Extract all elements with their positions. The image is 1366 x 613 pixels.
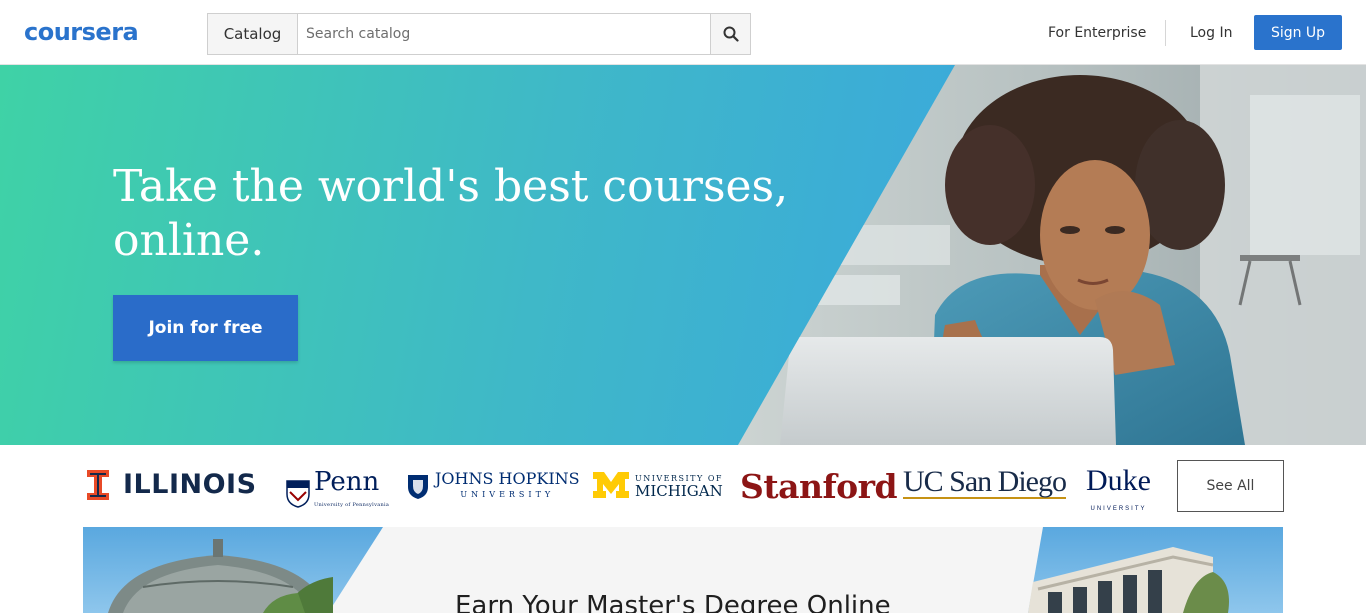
michigan-block-m-icon xyxy=(593,472,629,498)
penn-shield-icon xyxy=(286,479,310,508)
penn-subtitle: University of Pennsylvania xyxy=(314,502,390,508)
search-icon xyxy=(723,26,739,42)
for-enterprise-link[interactable]: For Enterprise xyxy=(1048,23,1146,43)
catalog-button[interactable]: Catalog xyxy=(208,14,298,54)
illinois-wordmark: ILLINOIS xyxy=(123,469,257,500)
masters-banner-title: Earn Your Master's Degree Online xyxy=(455,591,891,613)
illinois-block-i-icon xyxy=(87,469,109,500)
michigan-wordmark: UNIVERSITY OF MICHIGAN xyxy=(635,473,723,500)
michigan-name: MICHIGAN xyxy=(635,482,723,500)
join-for-free-button[interactable]: Join for free xyxy=(113,295,298,361)
partner-logos-strip: ILLINOIS Penn University of Pennsylvania… xyxy=(0,445,1366,527)
hero-headline: Take the world's best courses, online. xyxy=(113,161,789,266)
stanford-logo[interactable]: Stanford xyxy=(740,467,898,506)
michigan-logo[interactable]: UNIVERSITY OF MICHIGAN xyxy=(593,472,723,500)
coursera-logo[interactable]: coursera xyxy=(24,17,139,47)
duke-subtitle: UNIVERSITY xyxy=(1090,506,1147,512)
signup-button[interactable]: Sign Up xyxy=(1254,15,1342,50)
masters-degree-banner[interactable]: Earn Your Master's Degree Online xyxy=(83,527,1283,613)
johns-hopkins-logo[interactable]: JOHNS HOPKINS UNIVERSITY xyxy=(407,471,580,503)
hero-banner: Take the world's best courses, online. J… xyxy=(0,65,1366,445)
top-nav-bar: coursera Catalog For Enterprise Log In S… xyxy=(0,0,1366,65)
search-button[interactable] xyxy=(710,14,750,54)
login-link[interactable]: Log In xyxy=(1190,23,1232,43)
penn-logo[interactable]: Penn University of Pennsylvania xyxy=(286,469,389,518)
duke-name: Duke xyxy=(1086,464,1151,497)
jhu-name: JOHNS HOPKINS xyxy=(435,469,580,488)
jhu-subtitle: UNIVERSITY xyxy=(460,490,555,499)
uc-san-diego-logo[interactable]: UC San Diego xyxy=(903,467,1067,499)
nav-divider xyxy=(1165,20,1166,46)
illinois-logo[interactable]: ILLINOIS xyxy=(87,469,257,500)
duke-logo[interactable]: Duke UNIVERSITY xyxy=(1086,464,1151,523)
jhu-shield-icon xyxy=(408,475,428,499)
duke-wordmark: Duke UNIVERSITY xyxy=(1086,464,1151,523)
penn-wordmark: Penn University of Pennsylvania xyxy=(314,469,389,518)
see-all-partners-button[interactable]: See All xyxy=(1177,460,1284,512)
search-bar: Catalog xyxy=(207,13,751,55)
search-input[interactable] xyxy=(298,14,710,54)
jhu-wordmark: JOHNS HOPKINS UNIVERSITY xyxy=(435,471,580,503)
